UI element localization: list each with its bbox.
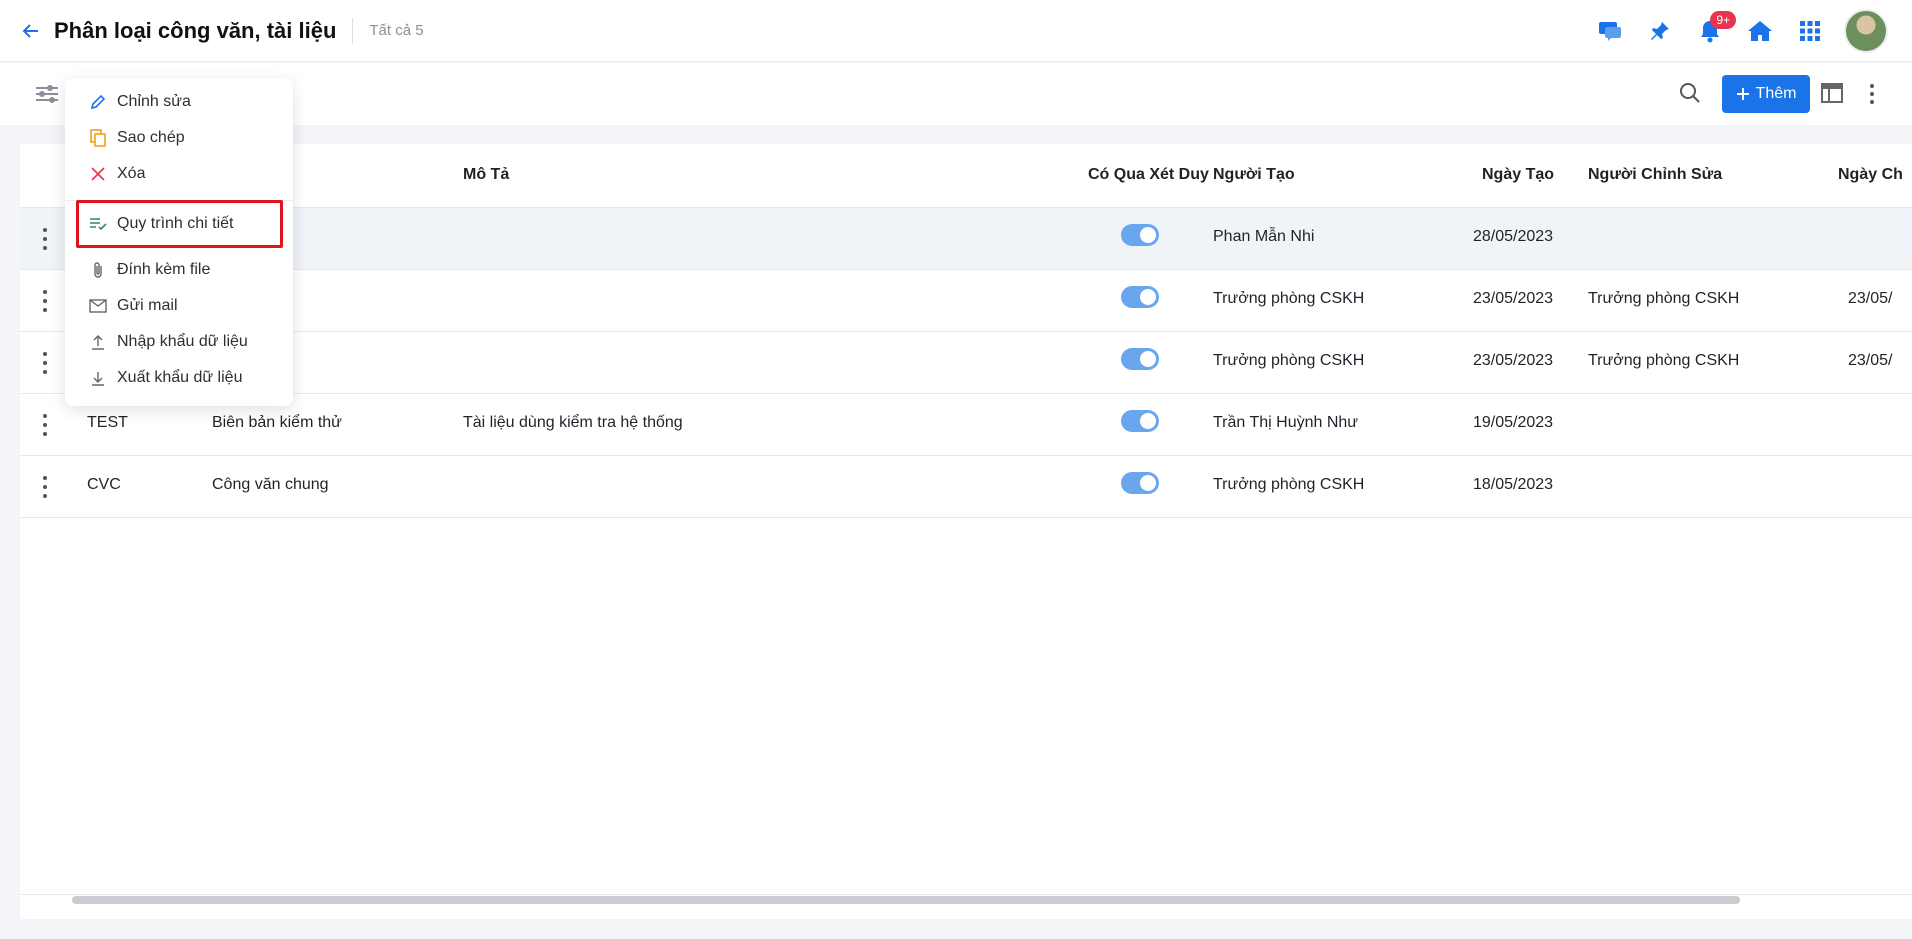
plus-icon [1736,88,1749,100]
title-divider [352,17,354,44]
notification-badge: 9+ [1710,11,1736,29]
menu-item-label: Quy trình chi tiết [117,215,234,232]
menu-item-export-data[interactable]: Xuất khẩu dữ liệu [65,360,293,396]
download-icon [89,369,107,387]
approval-toggle[interactable] [1121,348,1159,370]
home-icon[interactable] [1744,15,1776,47]
cell-created-date: 19/05/2023 [1473,414,1554,431]
top-header: Phân loại công văn, tài liệu Tất cả 5 9+ [0,0,1912,62]
cell-created-date: 28/05/2023 [1473,228,1554,245]
approval-toggle[interactable] [1121,410,1159,432]
add-button[interactable]: Thêm [1722,75,1810,113]
column-header-created-date[interactable]: Ngày Tạo [1482,166,1554,184]
cell-creator: Trưởng phòng CSKH [1213,290,1365,307]
cell-type-name: Biên bản kiểm thử [212,414,342,431]
cell-created-date: 18/05/2023 [1473,476,1554,493]
bell-icon[interactable]: 9+ [1694,11,1736,47]
menu-item-edit[interactable]: Chỉnh sửa [65,84,293,120]
menu-item-copy[interactable]: Sao chép [65,120,293,156]
record-count[interactable]: Tất cả 5 [369,22,423,39]
menu-item-label: Xuất khẩu dữ liệu [117,369,243,386]
table-row[interactable]: Trưởng phòng CSKH 23/05/2023 Trưởng phòn… [20,332,1912,394]
menu-item-label: Đính kèm file [117,261,211,278]
menu-item-process-detail[interactable]: Quy trình chi tiết [65,206,293,242]
column-header-description[interactable]: Mô Tả [463,166,509,184]
menu-item-send-mail[interactable]: Gửi mail [65,288,293,324]
menu-item-import-data[interactable]: Nhập khẩu dữ liệu [65,324,293,360]
approval-toggle[interactable] [1121,286,1159,308]
apps-grid-icon[interactable] [1794,15,1826,47]
chat-icon[interactable] [1594,15,1626,47]
approval-toggle[interactable] [1121,472,1159,494]
menu-item-label: Sao chép [117,129,185,146]
column-header-creator[interactable]: Người Tạo [1213,166,1295,184]
header-actions: 9+ [1594,0,1888,62]
cell-type-name: Công văn chung [212,476,329,493]
row-more-icon[interactable] [40,414,50,436]
page-title: Phân loại công văn, tài liệu [54,17,337,43]
cell-editor: Trưởng phòng CSKH [1588,290,1740,307]
cell-creator: Trần Thị Huỳnh Như [1213,414,1358,431]
cell-editor: Trưởng phòng CSKH [1588,352,1740,369]
row-more-icon[interactable] [40,352,50,374]
menu-divider [65,200,293,201]
table-row[interactable]: Phan Mẫn Nhi 28/05/2023 [20,208,1912,270]
approval-toggle[interactable] [1121,224,1159,246]
table-row[interactable]: Trưởng phòng CSKH 23/05/2023 Trưởng phòn… [20,270,1912,332]
cell-creator: Trưởng phòng CSKH [1213,352,1365,369]
row-context-menu: Chỉnh sửa Sao chép Xóa Quy trình chi tiế… [65,78,293,406]
process-list-icon [89,215,107,233]
close-icon [89,165,107,183]
menu-item-attach-file[interactable]: Đính kèm file [65,252,293,288]
cell-edited-date: 23/05/ [1848,290,1893,307]
menu-item-label: Xóa [117,165,146,182]
user-avatar[interactable] [1844,9,1888,53]
cell-edited-date: 23/05/ [1848,352,1893,369]
horizontal-scrollbar[interactable] [72,896,1740,904]
table-layout-icon[interactable] [1820,81,1846,107]
search-icon[interactable] [1678,81,1704,107]
pin-icon[interactable] [1644,15,1676,47]
cell-description: Tài liệu dùng kiểm tra hệ thống [463,414,683,431]
mail-icon [89,297,107,315]
cell-code: TEST [87,414,128,431]
row-more-icon[interactable] [40,290,50,312]
column-header-edited-date[interactable]: Ngày Ch [1838,166,1903,184]
cell-code: CVC [87,476,121,493]
paperclip-icon [89,261,107,279]
add-button-label: Thêm [1755,85,1797,102]
cell-created-date: 23/05/2023 [1473,352,1554,369]
more-vertical-icon[interactable] [1862,81,1882,107]
cell-creator: Trưởng phòng CSKH [1213,476,1365,493]
cell-created-date: 23/05/2023 [1473,290,1554,307]
row-more-icon[interactable] [40,476,50,498]
copy-icon [89,129,107,147]
column-header-editor[interactable]: Người Chỉnh Sửa [1588,166,1722,184]
pencil-icon [89,93,107,111]
data-table: oại Mô Tả Có Qua Xét Duy Người Tạo Ngày … [20,144,1912,919]
cell-creator: Phan Mẫn Nhi [1213,228,1315,245]
back-arrow-icon[interactable] [20,20,42,42]
filter-settings-icon[interactable] [34,81,60,107]
column-header-approval[interactable]: Có Qua Xét Duy [1088,166,1209,184]
table-header: oại Mô Tả Có Qua Xét Duy Người Tạo Ngày … [20,144,1912,208]
menu-item-label: Chỉnh sửa [117,93,191,110]
menu-item-label: Gửi mail [117,297,178,314]
menu-item-delete[interactable]: Xóa [65,156,293,192]
menu-item-label: Nhập khẩu dữ liệu [117,333,248,350]
upload-icon [89,333,107,351]
table-row[interactable]: TEST Biên bản kiểm thử Tài liệu dùng kiể… [20,394,1912,456]
scroll-track [20,894,1912,895]
row-more-icon[interactable] [40,228,50,250]
table-row[interactable]: CVC Công văn chung Trưởng phòng CSKH 18/… [20,456,1912,518]
